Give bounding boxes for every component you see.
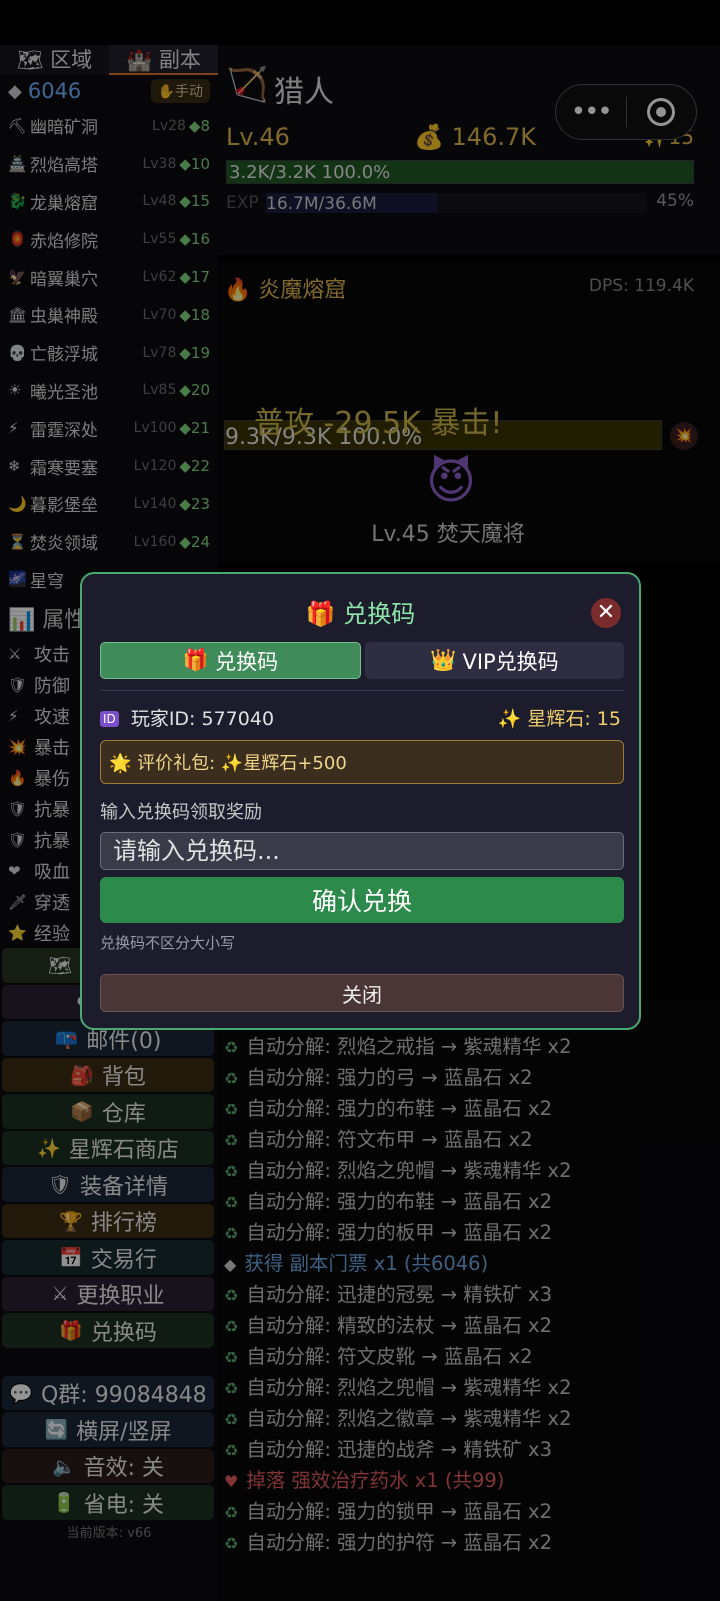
tab-vip-redeem-code[interactable]: 👑 VIP兑换码 — [365, 642, 624, 679]
star-stone-balance: ✨ 星辉石: 15 — [497, 708, 621, 730]
divider — [100, 690, 624, 691]
id-badge-icon: ID — [100, 711, 119, 727]
tab-redeem-code-label: 兑换码 — [215, 649, 279, 674]
crown-icon: 👑 — [430, 648, 457, 672]
close-icon[interactable]: ✕ — [591, 598, 621, 628]
close-button[interactable]: 关闭 — [100, 974, 624, 1012]
tab-redeem-code[interactable]: 🎁 兑换码 — [100, 642, 361, 679]
player-id-text: 玩家ID: 577040 — [130, 708, 275, 730]
tab-vip-redeem-code-label: VIP兑换码 — [462, 649, 559, 674]
redeem-tabs: 🎁 兑换码 👑 VIP兑换码 — [100, 642, 624, 679]
player-id: ID 玩家ID: 577040 — [100, 704, 274, 731]
input-label: 输入兑换码领取奖励 — [100, 802, 262, 823]
gift-icon: 🎁 — [182, 648, 210, 672]
redeem-code-dialog: 🎁 兑换码 ✕ 🎁 兑换码 👑 VIP兑换码 ID 玩家ID: 577040 ✨… — [80, 572, 641, 1030]
review-gift-banner[interactable]: 🌟 评价礼包: ✨星辉石+500 — [100, 740, 624, 784]
confirm-redeem-button[interactable]: 确认兑换 — [100, 877, 624, 923]
dialog-title: 🎁 兑换码 — [305, 600, 416, 628]
case-insensitive-note: 兑换码不区分大小写 — [100, 934, 236, 952]
redeem-code-input[interactable] — [100, 832, 624, 870]
